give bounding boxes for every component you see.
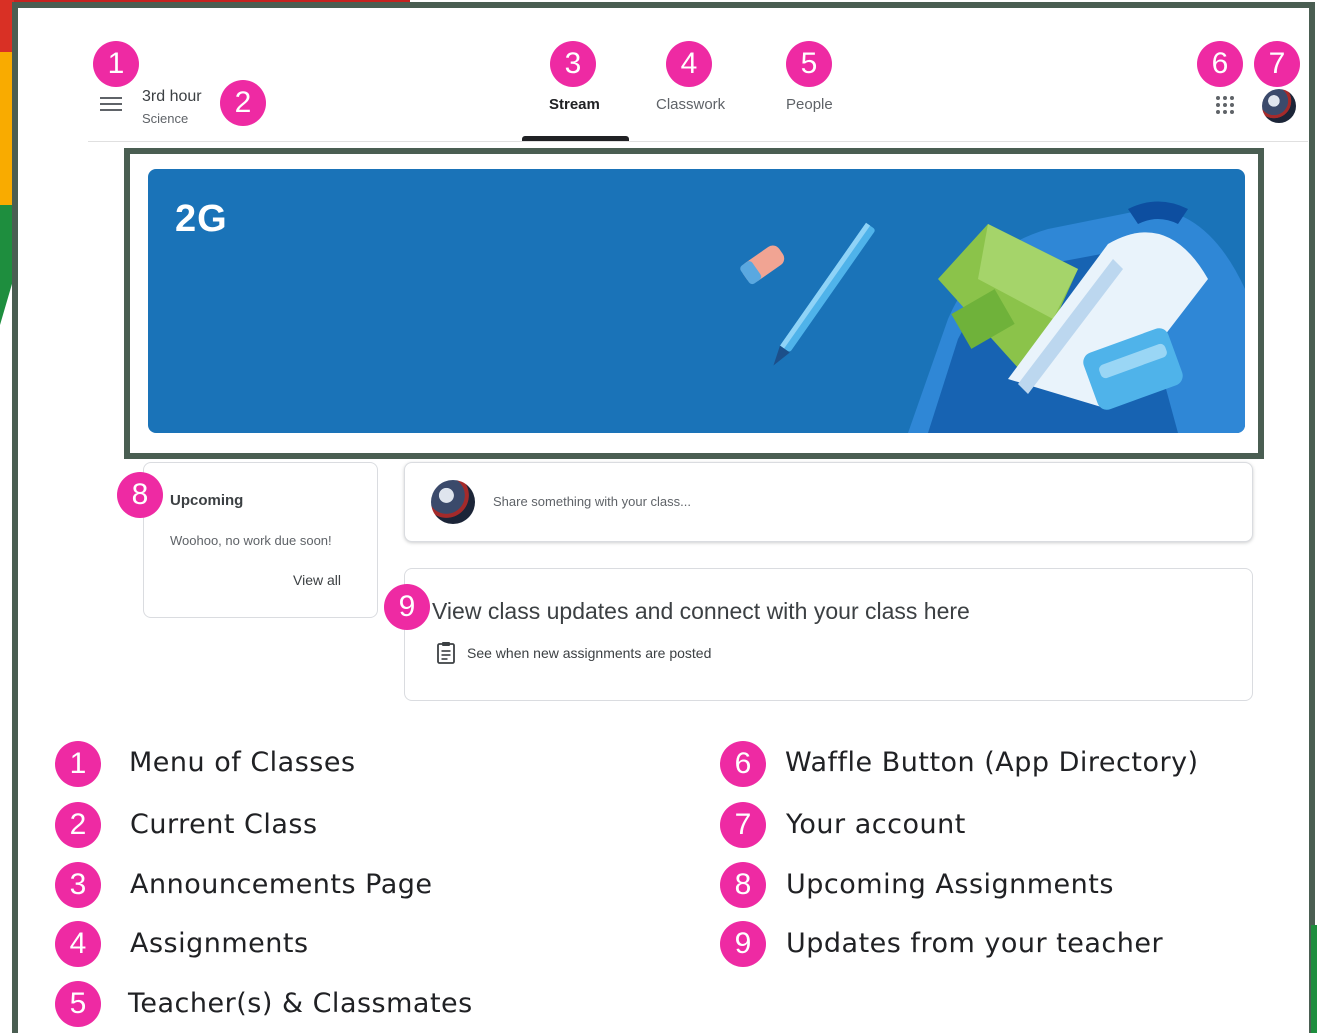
legend-label-7: Your account xyxy=(786,809,966,840)
account-avatar[interactable] xyxy=(1262,89,1296,123)
callout-badge-7: 7 xyxy=(1254,41,1300,87)
legend-label-2: Current Class xyxy=(130,809,318,840)
legend-badge-9: 9 xyxy=(720,921,766,967)
updates-card xyxy=(404,568,1253,701)
edge-strip-green-right xyxy=(1311,925,1317,1033)
upcoming-title: Upcoming xyxy=(170,492,244,509)
tab-classwork[interactable]: Classwork xyxy=(656,96,725,113)
hamburger-menu-icon[interactable] xyxy=(100,97,122,113)
backpack-illustration xyxy=(740,201,1245,433)
waffle-grid-icon[interactable] xyxy=(1216,96,1234,114)
header-divider xyxy=(88,141,1308,142)
callout-badge-2: 2 xyxy=(220,80,266,126)
legend-badge-8: 8 xyxy=(720,862,766,908)
callout-badge-9: 9 xyxy=(384,584,430,630)
legend-label-6: Waffle Button (App Directory) xyxy=(785,747,1199,778)
tab-stream[interactable]: Stream xyxy=(549,96,600,113)
legend-label-1: Menu of Classes xyxy=(129,747,356,778)
legend-badge-5: 5 xyxy=(55,981,101,1027)
legend-badge-1: 1 xyxy=(55,741,101,787)
share-placeholder[interactable]: Share something with your class... xyxy=(493,494,691,509)
tab-people[interactable]: People xyxy=(786,96,833,113)
legend-badge-7: 7 xyxy=(720,802,766,848)
legend-label-9: Updates from your teacher xyxy=(786,928,1164,959)
callout-badge-3: 3 xyxy=(550,41,596,87)
class-banner xyxy=(148,169,1245,433)
class-title[interactable]: 3rd hour xyxy=(142,88,202,106)
callout-badge-5: 5 xyxy=(786,41,832,87)
callout-badge-8: 8 xyxy=(117,472,163,518)
legend-label-3: Announcements Page xyxy=(130,869,433,900)
legend-label-8: Upcoming Assignments xyxy=(786,869,1114,900)
legend-label-4: Assignments xyxy=(130,928,309,959)
share-avatar xyxy=(431,480,475,524)
legend-badge-6: 6 xyxy=(720,741,766,787)
legend-badge-3: 3 xyxy=(55,862,101,908)
updates-title: View class updates and connect with your… xyxy=(432,598,970,624)
clipboard-icon xyxy=(437,642,455,664)
legend-badge-2: 2 xyxy=(55,802,101,848)
callout-badge-1: 1 xyxy=(93,41,139,87)
callout-badge-4: 4 xyxy=(666,41,712,87)
class-subtitle: Science xyxy=(142,111,189,126)
banner-class-name: 2G xyxy=(175,198,228,240)
upcoming-empty-text: Woohoo, no work due soon! xyxy=(170,533,332,548)
callout-badge-6: 6 xyxy=(1197,41,1243,87)
view-all-link[interactable]: View all xyxy=(293,572,341,588)
legend-label-5: Teacher(s) & Classmates xyxy=(128,988,473,1019)
updates-subtitle: See when new assignments are posted xyxy=(467,645,712,661)
legend-badge-4: 4 xyxy=(55,921,101,967)
